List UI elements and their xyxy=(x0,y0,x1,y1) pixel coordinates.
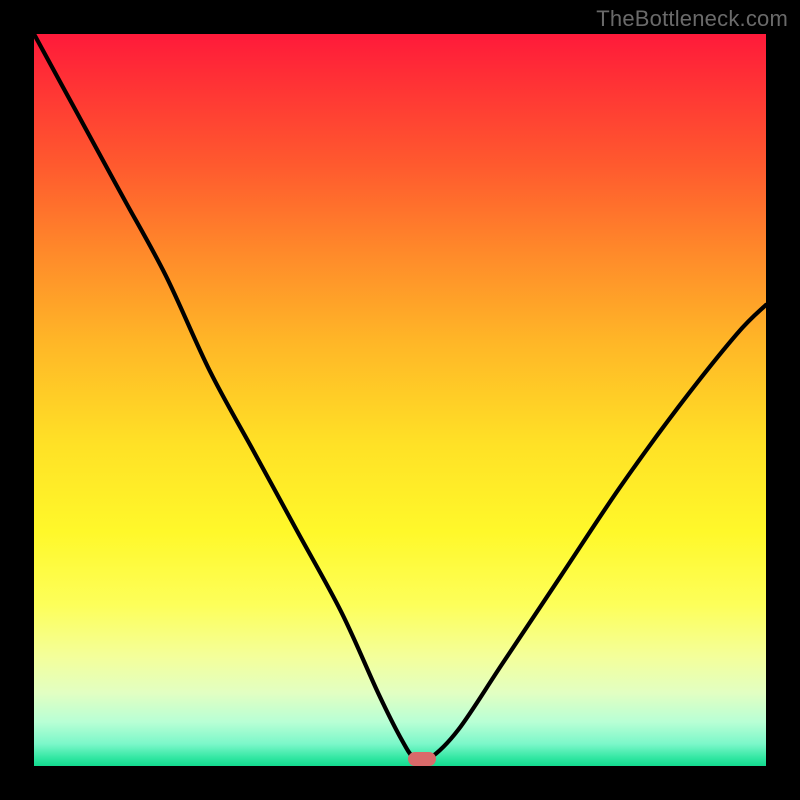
plot-area xyxy=(34,34,766,766)
chart-frame: TheBottleneck.com xyxy=(0,0,800,800)
bottleneck-curve xyxy=(34,34,766,766)
bottleneck-minimum-marker xyxy=(408,752,436,766)
watermark-text: TheBottleneck.com xyxy=(596,6,788,32)
